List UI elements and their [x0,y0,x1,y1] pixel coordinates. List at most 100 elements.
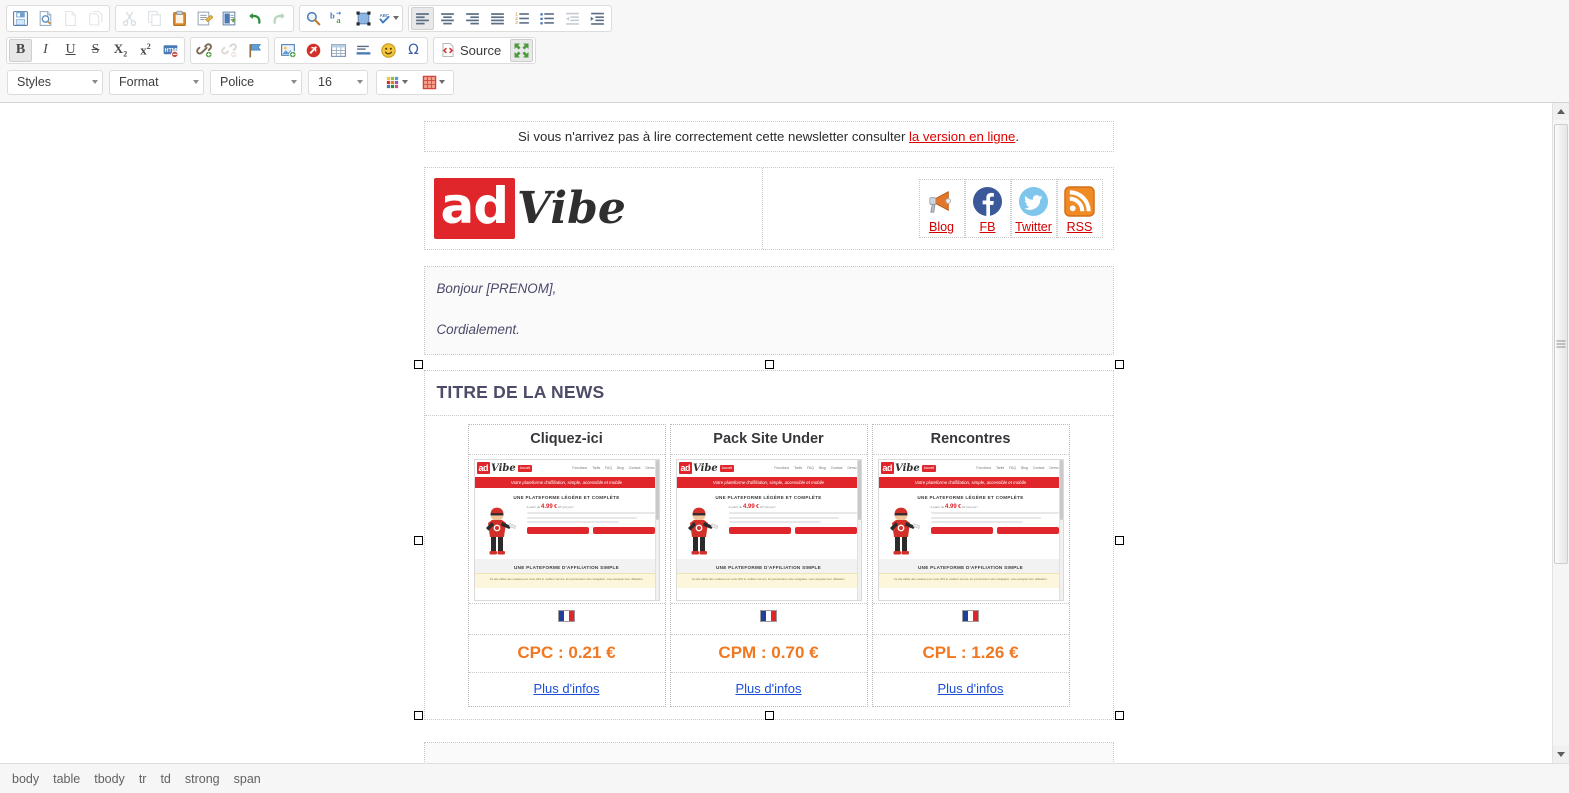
scroll-up-button[interactable] [1553,103,1569,120]
omega-icon[interactable]: Ω [402,39,425,62]
cut-button[interactable] [118,7,141,30]
offer-card-title[interactable]: Pack Site Under [670,425,867,455]
flash-button[interactable] [302,39,325,62]
next-block-cell[interactable] [423,741,1114,763]
news-block-selected[interactable]: TITRE DE LA NEWS Cliquez-ici ad Vibe Acc… [413,359,1124,720]
resize-handle-top-center[interactable] [764,359,774,369]
element-path-item-body[interactable]: body [12,772,39,786]
scrollbar-thumb[interactable] [1554,124,1568,564]
resize-handle-middle-right[interactable] [1114,535,1124,545]
offer-card-more-link[interactable]: Plus d'infos [937,681,1003,696]
offer-card[interactable]: Cliquez-ici ad Vibe Accueil Fonctions Ta… [467,423,666,707]
replace-button[interactable]: ba [327,7,350,30]
horizontal-rule-button[interactable] [352,39,375,62]
element-path-item-strong[interactable]: strong [185,772,220,786]
bulleted-list-button[interactable] [536,7,559,30]
resize-handle-bottom-right[interactable] [1114,710,1124,720]
find-button[interactable] [302,7,325,30]
offer-card-title[interactable]: Rencontres [872,425,1069,455]
resize-handle-middle-left[interactable] [413,535,423,545]
shot-heading-1: UNE PLATEFORME LÉGÈRE ET COMPLÈTE [513,494,620,500]
unlink-button[interactable] [218,39,241,62]
next-block-partial[interactable] [423,741,1114,763]
social-item-blog[interactable]: Blog [918,179,965,238]
offer-card[interactable]: Rencontres ad Vibe Accueil Fonctions Tar… [871,423,1070,707]
preview-button[interactable] [34,7,57,30]
body-text-cell[interactable]: Bonjour [PRENOM], Cordialement. [423,266,1114,355]
site-screenshot: ad Vibe Accueil Fonctions Tarifs FAQ Blo… [675,458,862,601]
paste-from-word-button[interactable] [218,7,241,30]
preheader-cell[interactable]: Si vous n'arrivez pas à lire correctemen… [423,121,1114,152]
align-center-button[interactable] [436,7,459,30]
resize-handle-top-left[interactable] [413,359,423,369]
outdent-button[interactable] [561,7,584,30]
templates-button[interactable] [84,7,107,30]
font-size-combo-label: 16 [318,75,332,89]
paste-button[interactable] [168,7,191,30]
element-path-item-tr[interactable]: tr [139,772,147,786]
resize-handle-bottom-left[interactable] [413,710,423,720]
redo-button[interactable] [268,7,291,30]
text-color-button[interactable] [379,71,414,94]
online-version-link[interactable]: la version en ligne [909,129,1015,144]
spellcheck-button[interactable]: ABC [377,7,400,30]
anchor-flag-icon[interactable] [243,39,266,62]
select-all-button[interactable] [352,7,375,30]
link-button[interactable] [193,39,216,62]
mascot-icon [687,507,718,555]
paste-as-text-button[interactable] [193,7,216,30]
offer-card-more-link[interactable]: Plus d'infos [533,681,599,696]
styles-combo[interactable]: Styles [7,69,103,95]
offer-card[interactable]: Pack Site Under ad Vibe Accueil Fonction… [669,423,868,707]
font-size-combo[interactable]: 16 [308,69,368,95]
vertical-scrollbar[interactable] [1552,103,1569,763]
social-label-facebook[interactable]: FB [980,220,996,234]
social-item-facebook[interactable]: FB [964,179,1011,238]
align-right-button[interactable] [461,7,484,30]
chevron-down-icon [193,80,199,84]
editable-canvas[interactable]: Si vous n'arrivez pas à lire correctemen… [0,103,1552,763]
chevron-down-icon [439,80,445,84]
undo-button[interactable] [243,7,266,30]
maximize-button[interactable] [510,38,534,62]
element-path-item-td[interactable]: td [160,772,170,786]
copy-button[interactable] [143,7,166,30]
table-button[interactable] [327,39,350,62]
new-page-button[interactable] [59,7,82,30]
element-path-item-span[interactable]: span [234,772,261,786]
social-label-rss[interactable]: RSS [1067,220,1093,234]
subscript-button[interactable]: X2 [109,39,132,62]
strikethrough-button[interactable]: S [84,39,107,62]
indent-button[interactable] [586,7,609,30]
bold-button[interactable]: B [9,38,32,62]
font-combo[interactable]: Police [210,69,302,95]
element-path-item-table[interactable]: table [53,772,80,786]
resize-handle-top-right[interactable] [1114,359,1124,369]
resize-handle-bottom-center[interactable] [764,710,774,720]
offer-card-more-link[interactable]: Plus d'infos [735,681,801,696]
offer-card-title[interactable]: Cliquez-ici [468,425,665,455]
save-button[interactable] [9,7,32,30]
shot-heading-2: UNE PLATEFORME D'AFFILIATION SIMPLE [474,558,659,573]
format-combo[interactable]: Format [109,69,204,95]
scroll-down-button[interactable] [1553,746,1569,763]
align-left-button[interactable] [411,6,434,30]
smiley-button[interactable] [377,39,400,62]
social-label-blog[interactable]: Blog [929,220,954,234]
social-item-rss[interactable]: RSS [1056,179,1103,238]
underline-button[interactable]: U [59,39,82,62]
source-button[interactable]: Source [435,39,509,62]
background-color-button[interactable] [416,71,451,94]
element-path-item-tbody[interactable]: tbody [94,772,125,786]
shot-demo-live-button [996,527,1059,535]
social-item-twitter[interactable]: Twitter [1010,179,1057,238]
social-label-twitter[interactable]: Twitter [1015,220,1052,234]
align-justify-button[interactable] [486,7,509,30]
remove-format-button[interactable]: HTML [159,39,182,62]
image-button[interactable] [277,39,300,62]
numbered-list-button[interactable]: 123 [511,7,534,30]
news-title[interactable]: TITRE DE LA NEWS [424,371,1113,416]
advibe-logo[interactable]: ad Vibe [433,178,626,239]
italic-button[interactable]: I [34,39,57,62]
superscript-button[interactable]: x2 [134,39,157,62]
